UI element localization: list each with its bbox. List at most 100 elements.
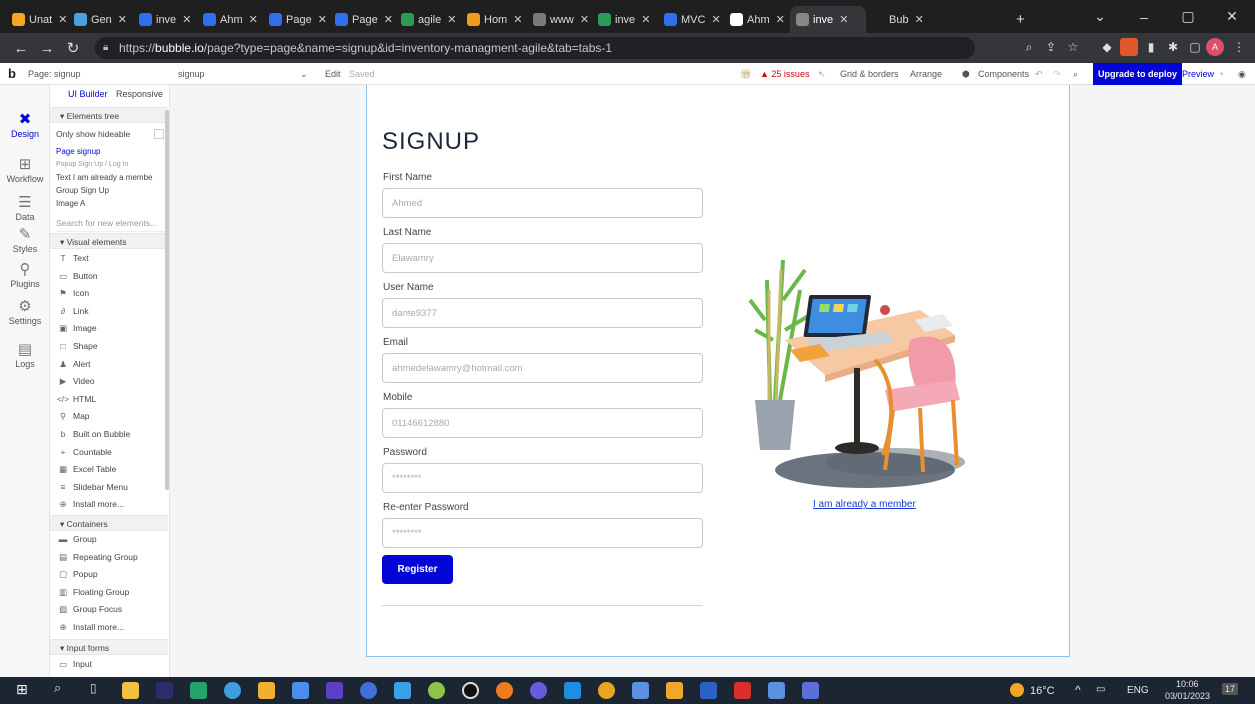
issues-indicator[interactable]: ▲ 25 issues bbox=[760, 63, 809, 85]
extension-icon[interactable]: ◆ bbox=[1098, 38, 1116, 56]
tab-close-icon[interactable]: ✕ bbox=[58, 13, 67, 26]
tab-close-icon[interactable]: ✕ bbox=[513, 13, 522, 26]
palette-item-install-more-[interactable]: ⊕ Install more... bbox=[56, 619, 168, 636]
tree-item[interactable]: Text I am already a membe bbox=[56, 171, 168, 184]
tab-close-icon[interactable]: ✕ bbox=[318, 13, 327, 26]
weather-temp[interactable]: 16°C bbox=[1030, 685, 1055, 697]
form-input-last-name[interactable]: Elawamry bbox=[382, 243, 703, 273]
profile-avatar[interactable]: A bbox=[1206, 38, 1224, 56]
components-icon[interactable]: ⬢ bbox=[962, 63, 970, 85]
tab-close-icon[interactable]: ✕ bbox=[776, 13, 785, 26]
tab-close-icon[interactable]: ✕ bbox=[580, 13, 589, 26]
palette-item-input[interactable]: ▭ Input bbox=[56, 656, 168, 673]
github-icon[interactable] bbox=[530, 682, 547, 699]
palette-item-group-focus[interactable]: ▧ Group Focus bbox=[56, 601, 168, 618]
app-icon[interactable] bbox=[394, 682, 411, 699]
palette-item-map[interactable]: ⚲ Map bbox=[56, 408, 168, 425]
sidepanel-icon[interactable]: ▢ bbox=[1186, 38, 1204, 56]
new-tab-button[interactable]: + bbox=[1010, 6, 1031, 33]
tab-close-icon[interactable]: ✕ bbox=[249, 13, 258, 26]
bookmark-star-icon[interactable]: ☆ bbox=[1064, 38, 1082, 56]
chevron-up-icon[interactable]: ^ bbox=[1075, 683, 1081, 697]
palette-item-built-on-bubble[interactable]: b Built on Bubble bbox=[56, 426, 168, 443]
browser-tab[interactable]: inve ✕ bbox=[790, 6, 866, 33]
app-icon[interactable] bbox=[292, 682, 309, 699]
file-explorer-icon[interactable] bbox=[122, 682, 139, 699]
tree-item[interactable]: Image A bbox=[56, 197, 168, 210]
tab-responsive[interactable]: Responsive bbox=[116, 89, 163, 99]
share-icon[interactable]: ⇪ bbox=[1042, 38, 1060, 56]
components-menu[interactable]: Components bbox=[978, 63, 1029, 85]
rail-item-settings[interactable]: ⚙ Settings bbox=[0, 297, 50, 326]
form-input-email[interactable]: ahmedelawamry@hotmail.com bbox=[382, 353, 703, 383]
browser-tab[interactable]: inve ✕ bbox=[592, 6, 658, 33]
acrobat-icon[interactable] bbox=[734, 682, 751, 699]
close-window-button[interactable]: ✕ bbox=[1210, 0, 1254, 33]
palette-item-popup[interactable]: ▢ Popup bbox=[56, 566, 168, 583]
palette-item-shape[interactable]: □ Shape bbox=[56, 338, 168, 355]
search-elements-input[interactable]: Search for new elements... bbox=[56, 215, 168, 232]
palette-item-icon[interactable]: ⚑ Icon bbox=[56, 285, 168, 302]
arrange-menu[interactable]: Arrange bbox=[910, 63, 942, 85]
page-select[interactable]: signup ⌄ bbox=[178, 63, 308, 85]
app-icon[interactable] bbox=[496, 682, 513, 699]
browser-tab[interactable]: Gen ✕ bbox=[68, 6, 133, 33]
app-icon[interactable] bbox=[462, 682, 479, 699]
tab-close-icon[interactable]: ✕ bbox=[182, 13, 191, 26]
grid-borders-menu[interactable]: Grid & borders bbox=[840, 63, 899, 85]
menu-dots-icon[interactable]: ⋮ bbox=[1230, 38, 1248, 56]
phpstorm-icon[interactable] bbox=[156, 682, 173, 699]
palette-item-text[interactable]: T Text bbox=[56, 250, 168, 267]
word-icon[interactable] bbox=[700, 682, 717, 699]
palette-item-alert[interactable]: ♟ Alert bbox=[56, 356, 168, 373]
palette-item-html[interactable]: </> HTML bbox=[56, 391, 168, 408]
minimize-button[interactable]: – bbox=[1122, 0, 1166, 33]
palette-item-image[interactable]: ▣ Image bbox=[56, 320, 168, 337]
form-input-user-name[interactable]: dante9377 bbox=[382, 298, 703, 328]
rail-item-workflow[interactable]: ⊞ Workflow bbox=[0, 155, 50, 184]
palette-item-countable[interactable]: + Countable bbox=[56, 444, 168, 461]
browser-tab[interactable]: Ahm ✕ bbox=[724, 6, 790, 33]
tab-close-icon[interactable]: ✕ bbox=[915, 13, 924, 26]
notification-badge[interactable]: 17 bbox=[1222, 683, 1239, 695]
bubble-logo-icon[interactable]: b bbox=[8, 63, 16, 85]
tab-close-icon[interactable]: ✕ bbox=[641, 13, 650, 26]
puzzle-icon[interactable]: ✱ bbox=[1164, 38, 1182, 56]
extension-icon[interactable]: ▮ bbox=[1142, 38, 1160, 56]
rail-item-styles[interactable]: ✎ Styles bbox=[0, 225, 50, 254]
app-icon[interactable] bbox=[360, 682, 377, 699]
edge-icon[interactable] bbox=[224, 682, 241, 699]
tab-close-icon[interactable]: ✕ bbox=[711, 13, 720, 26]
zoom-icon[interactable]: ⌕ bbox=[1020, 38, 1038, 56]
form-input-re-enter-password[interactable]: ******** bbox=[382, 518, 703, 548]
browser-tab[interactable]: MVC ✕ bbox=[658, 6, 724, 33]
browser-tab[interactable]: inve ✕ bbox=[133, 6, 197, 33]
notification-icon[interactable]: ◔ bbox=[1218, 63, 1223, 85]
language-indicator[interactable]: ENG bbox=[1127, 685, 1149, 696]
rail-item-logs[interactable]: ▤ Logs bbox=[0, 340, 50, 369]
palette-scrollbar[interactable] bbox=[165, 110, 169, 490]
browser-tab[interactable]: www ✕ bbox=[527, 6, 592, 33]
form-input-password[interactable]: ******** bbox=[382, 463, 703, 493]
preview-button[interactable]: Preview bbox=[1182, 63, 1214, 85]
browser-tab[interactable]: Unat ✕ bbox=[6, 6, 68, 33]
browser-tab[interactable]: Page ✕ bbox=[329, 6, 395, 33]
redo-icon[interactable]: ↷ bbox=[1053, 63, 1061, 85]
tab-ui-builder[interactable]: UI Builder bbox=[68, 89, 108, 99]
rail-item-data[interactable]: ☰ Data bbox=[0, 193, 50, 222]
tab-close-icon[interactable]: ✕ bbox=[447, 13, 456, 26]
browser-tab[interactable]: Ahm ✕ bbox=[197, 6, 263, 33]
search-icon[interactable]: ⌕ bbox=[54, 680, 71, 697]
browser-tab[interactable]: Bub ✕ bbox=[866, 6, 928, 33]
reload-icon[interactable]: ↻ bbox=[60, 35, 86, 61]
palette-item-excel-table[interactable]: ▦ Excel Table bbox=[56, 461, 168, 478]
rail-item-design[interactable]: ✖ Design bbox=[0, 110, 50, 139]
app-icon[interactable] bbox=[258, 682, 275, 699]
tab-close-icon[interactable]: ✕ bbox=[839, 13, 848, 26]
browser-tab[interactable]: Page ✕ bbox=[263, 6, 329, 33]
form-input-first-name[interactable]: Ahmed bbox=[382, 188, 703, 218]
browser-tab[interactable]: agile ✕ bbox=[395, 6, 461, 33]
app-icon[interactable] bbox=[666, 682, 683, 699]
cursor-icon[interactable]: ↖ bbox=[818, 63, 826, 85]
form-input-mobile[interactable]: 01146612880 bbox=[382, 408, 703, 438]
